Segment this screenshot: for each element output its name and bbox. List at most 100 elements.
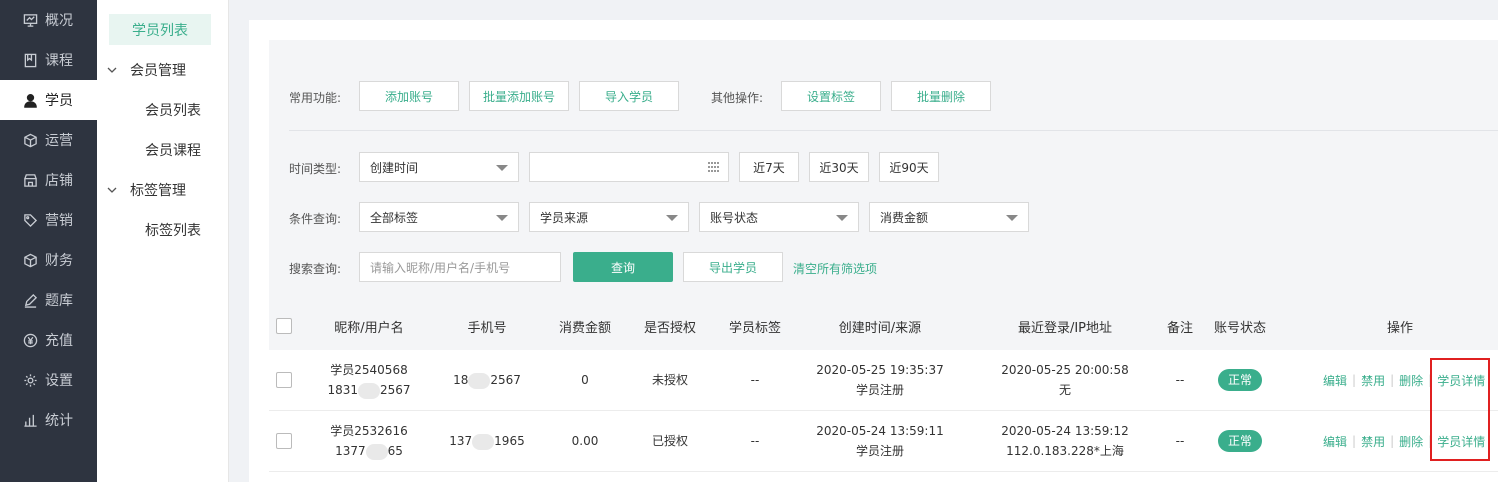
nav-item-operations[interactable]: 运营 xyxy=(0,120,97,160)
submenu-item-tag-list[interactable]: 标签列表 xyxy=(145,220,201,240)
col-phone: 手机号 xyxy=(467,320,507,336)
created-source: 学员注册 xyxy=(855,383,904,397)
submenu-item-student-list[interactable]: 学员列表 xyxy=(109,14,211,45)
last-login-ip: 无 xyxy=(1058,383,1071,397)
user-icon xyxy=(22,92,38,108)
yuan-icon xyxy=(22,332,38,348)
submenu-group-tag-management[interactable]: 标签管理 xyxy=(107,180,186,200)
submenu-group-label: 标签管理 xyxy=(130,183,186,199)
account-status-value: 账号状态 xyxy=(710,210,759,225)
nickname-text: 学员2540568 xyxy=(330,363,408,377)
nav-item-store[interactable]: 店铺 xyxy=(0,160,97,200)
search-placeholder: 请输入昵称/用户名/手机号 xyxy=(370,260,511,275)
last-login-ip: 112.0.183.228*上海 xyxy=(1006,444,1124,458)
source-filter-select[interactable]: 学员来源 xyxy=(529,202,689,232)
batch-delete-button[interactable]: 批量删除 xyxy=(891,81,991,111)
nav-label: 充值 xyxy=(45,333,73,349)
nav-label: 财务 xyxy=(45,253,73,269)
edit-link[interactable]: 编辑 xyxy=(1323,372,1347,389)
import-students-button[interactable]: 导入学员 xyxy=(579,81,679,111)
last-30-days-button[interactable]: 近30天 xyxy=(809,152,869,182)
col-nickname: 昵称/用户名 xyxy=(334,320,404,336)
export-students-button[interactable]: 导出学员 xyxy=(683,252,783,282)
nav-item-overview[interactable]: 概况 xyxy=(0,0,97,40)
highlight-box xyxy=(1430,358,1490,461)
status-badge: 正常 xyxy=(1218,430,1262,452)
nav-item-students[interactable]: 学员 xyxy=(0,80,97,120)
delete-link[interactable]: 删除 xyxy=(1399,433,1423,450)
nav-item-courses[interactable]: 课程 xyxy=(0,40,97,80)
nav-item-marketing[interactable]: 营销 xyxy=(0,200,97,240)
nav-label: 题库 xyxy=(45,293,73,309)
cell-status: 正常 xyxy=(1205,411,1275,471)
date-range-input[interactable] xyxy=(529,152,729,182)
submenu-item-member-courses[interactable]: 会员课程 xyxy=(145,140,201,160)
cell-created: 2020-05-24 13:59:11 学员注册 xyxy=(795,411,965,471)
nav-item-recharge[interactable]: 充值 xyxy=(0,320,97,360)
tag-filter-select[interactable]: 全部标签 xyxy=(359,202,519,232)
condition-query-label: 条件查询: xyxy=(289,212,342,226)
submenu-item-member-list[interactable]: 会员列表 xyxy=(145,100,201,120)
delete-link[interactable]: 删除 xyxy=(1399,372,1423,389)
cell-authorized: 已授权 xyxy=(651,434,688,448)
calendar-icon xyxy=(708,162,719,172)
caret-down-icon xyxy=(1006,215,1018,221)
amount-filter-value: 消费金额 xyxy=(880,210,929,225)
table-header: 昵称/用户名 手机号 消费金额 是否授权 学员标签 创建时间/来源 最近登录/I… xyxy=(269,302,1498,350)
caret-down-icon xyxy=(666,215,678,221)
chart-icon xyxy=(22,412,38,428)
nav-item-question-bank[interactable]: 题库 xyxy=(0,280,97,320)
other-operations-label: 其他操作: xyxy=(711,91,764,105)
row-checkbox[interactable] xyxy=(276,372,292,388)
select-all-checkbox[interactable] xyxy=(276,318,292,334)
account-status-select[interactable]: 账号状态 xyxy=(699,202,859,232)
query-button[interactable]: 查询 xyxy=(573,252,673,282)
disable-link[interactable]: 禁用 xyxy=(1361,372,1385,389)
cell-created: 2020-05-25 19:35:37 学员注册 xyxy=(795,350,965,410)
col-actions: 操作 xyxy=(1386,320,1413,336)
time-type-select[interactable]: 创建时间 xyxy=(359,152,519,182)
clear-filters-link[interactable]: 清空所有筛选项 xyxy=(793,260,877,277)
batch-add-account-button[interactable]: 批量添加账号 xyxy=(469,81,569,111)
disable-link[interactable]: 禁用 xyxy=(1361,433,1385,450)
last-7-days-button[interactable]: 近7天 xyxy=(739,152,799,182)
add-account-button[interactable]: 添加账号 xyxy=(359,81,459,111)
amount-filter-select[interactable]: 消费金额 xyxy=(869,202,1029,232)
search-input[interactable]: 请输入昵称/用户名/手机号 xyxy=(359,252,561,282)
col-amount: 消费金额 xyxy=(558,320,611,336)
box-icon xyxy=(22,132,38,148)
nav-label: 概况 xyxy=(45,13,73,29)
status-badge: 正常 xyxy=(1218,369,1262,391)
tag-filter-value: 全部标签 xyxy=(370,210,419,225)
submenu-group-member-management[interactable]: 会员管理 xyxy=(107,60,186,80)
nav-item-finance[interactable]: 财务 xyxy=(0,240,97,280)
store-icon xyxy=(22,172,38,188)
cell-last-login: 2020-05-25 20:00:58 无 xyxy=(965,350,1165,410)
submenu-group-label: 会员管理 xyxy=(130,63,186,79)
main-nav: 概况 课程 学员 运营 店铺 营销 财务 题库 充值 设置 统计 xyxy=(0,0,97,482)
caret-down-icon xyxy=(496,165,508,171)
set-tag-button[interactable]: 设置标签 xyxy=(781,81,881,111)
gear-icon xyxy=(22,372,38,388)
cell-phone: 18 2567 xyxy=(429,350,545,410)
row-checkbox[interactable] xyxy=(276,433,292,449)
edit-link[interactable]: 编辑 xyxy=(1323,433,1347,450)
cell-status: 正常 xyxy=(1205,350,1275,410)
nav-item-settings[interactable]: 设置 xyxy=(0,360,97,400)
table-row: 学员2532616 1377 65 137 1965 0.00 已授权 -- 202… xyxy=(269,411,1498,472)
cell-nickname: 学员2540568 1831 2567 xyxy=(309,350,429,410)
nav-label: 运营 xyxy=(45,133,73,149)
last-login-time: 2020-05-24 13:59:12 xyxy=(1001,424,1129,438)
sub-menu: 学员列表 会员管理 会员列表 会员课程 标签管理 标签列表 xyxy=(97,0,229,482)
search-query-label: 搜索查询: xyxy=(289,262,342,276)
last-90-days-button[interactable]: 近90天 xyxy=(879,152,939,182)
cell-phone: 137 1965 xyxy=(429,411,545,471)
cell-remark: -- xyxy=(1175,373,1185,387)
cell-nickname: 学员2532616 1377 65 xyxy=(309,411,429,471)
table-row: 学员2540568 1831 2567 18 2567 0 未授权 -- 2020-… xyxy=(269,350,1498,411)
created-time: 2020-05-25 19:35:37 xyxy=(816,363,944,377)
nav-item-statistics[interactable]: 统计 xyxy=(0,400,97,440)
col-remark: 备注 xyxy=(1166,320,1193,336)
nav-label: 课程 xyxy=(45,53,73,69)
caret-down-icon xyxy=(496,215,508,221)
